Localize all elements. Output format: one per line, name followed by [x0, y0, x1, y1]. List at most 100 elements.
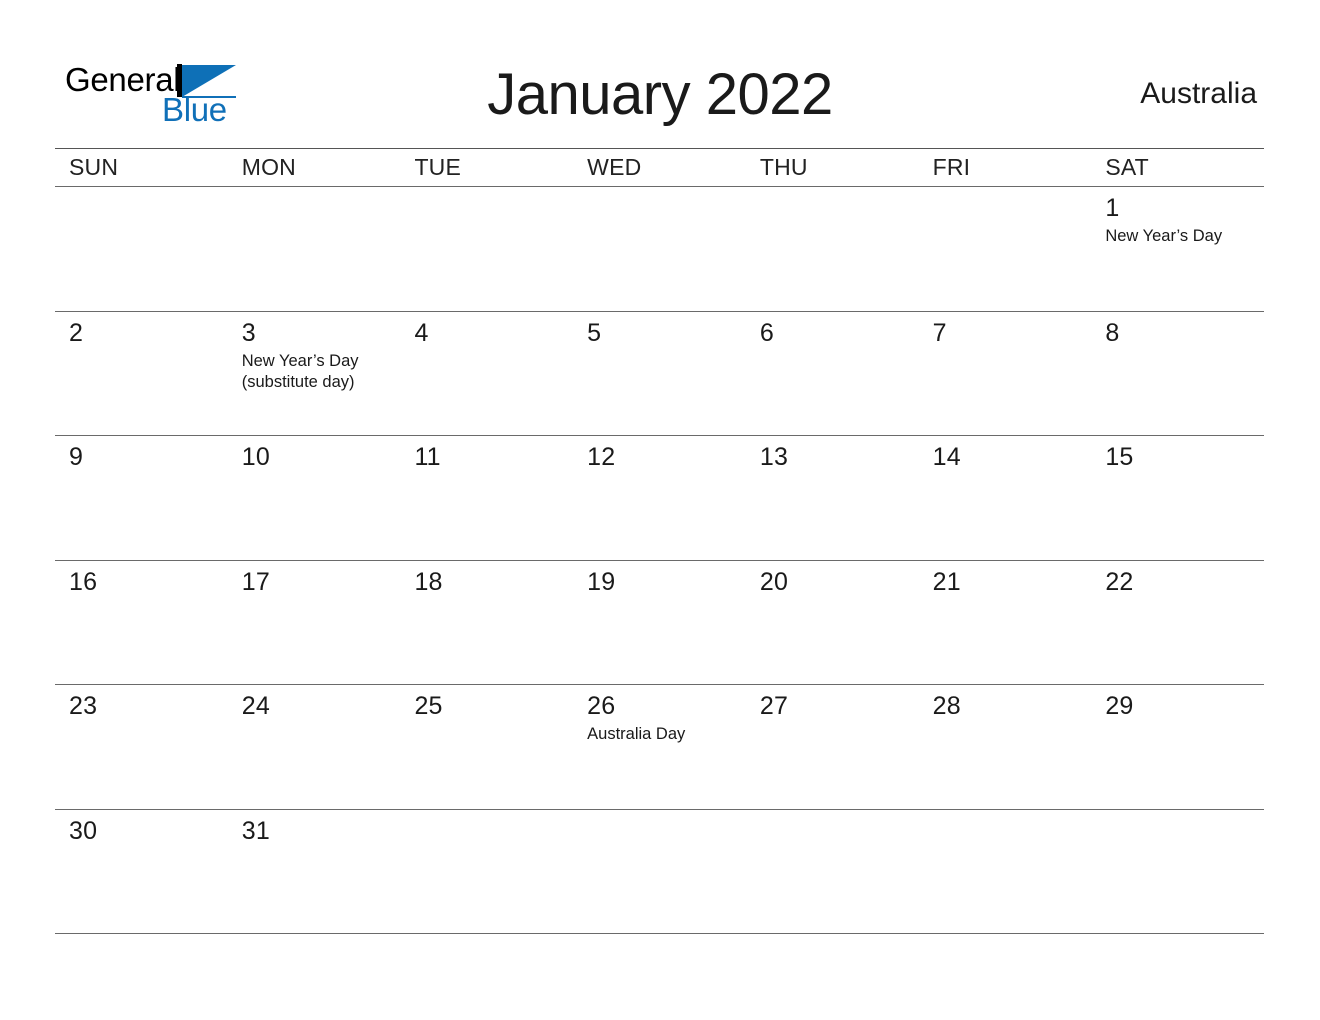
day-number: 26 — [587, 692, 616, 720]
calendar-day-cell[interactable]: 3 New Year’s Day (substitute day) — [228, 312, 401, 436]
day-number — [242, 194, 391, 222]
holiday-label: New Year’s Day — [241, 351, 359, 370]
day-number: 3 — [241, 318, 256, 347]
day-number: 13 — [759, 443, 789, 471]
weekday-fri: FRI — [932, 154, 971, 180]
calendar-day-cell[interactable]: 18 — [400, 561, 573, 685]
day-number: 23 — [69, 692, 98, 720]
calendar-day-cell[interactable]: 6 — [746, 312, 919, 436]
day-number: 10 — [241, 443, 270, 471]
day-number: 9 — [69, 443, 84, 471]
calendar-day-cell-empty — [55, 187, 228, 311]
day-number — [933, 817, 1082, 845]
calendar-day-cell[interactable]: 23 — [55, 685, 228, 809]
calendar-day-cell-empty — [573, 810, 746, 934]
calendar-day-cell[interactable]: 26 Australia Day — [573, 685, 746, 809]
weekday-thu: THU — [759, 154, 808, 180]
calendar-day-cell[interactable]: 14 — [919, 436, 1092, 560]
calendar-day-cell-empty — [919, 187, 1092, 311]
calendar-day-cell-empty — [746, 187, 919, 311]
calendar-day-cell[interactable]: 30 — [55, 810, 228, 934]
day-number: 5 — [587, 318, 602, 347]
day-number: 11 — [414, 443, 441, 471]
calendar-day-cell[interactable]: 5 — [573, 312, 746, 436]
calendar-day-cell[interactable]: 21 — [919, 561, 1092, 685]
day-number: 30 — [69, 816, 98, 845]
calendar-day-cell[interactable]: 29 — [1091, 685, 1264, 809]
day-number — [587, 817, 736, 845]
day-number: 15 — [1105, 443, 1134, 471]
day-number: 19 — [587, 567, 616, 596]
calendar-day-cell[interactable]: 13 — [746, 436, 919, 560]
calendar-day-cell[interactable]: 1 New Year’s Day — [1091, 187, 1264, 311]
calendar-day-cell[interactable]: 8 — [1091, 312, 1264, 436]
calendar-day-cell[interactable]: 25 — [400, 685, 573, 809]
calendar-week-row: 1 New Year’s Day — [55, 187, 1264, 311]
day-number: 20 — [759, 567, 789, 596]
calendar-day-cell-empty — [1091, 810, 1264, 934]
day-number — [760, 194, 909, 222]
day-number — [1105, 817, 1254, 845]
calendar-day-cell[interactable]: 4 — [400, 312, 573, 436]
day-number — [760, 817, 909, 845]
calendar-page: General Blue January 2022 Australia SUN … — [0, 0, 1320, 1020]
calendar-day-cell-empty — [746, 810, 919, 934]
calendar-day-cell[interactable]: 17 — [228, 561, 401, 685]
calendar-day-cell-empty — [400, 810, 573, 934]
calendar-week-row: 2 3 New Year’s Day (substitute day) 4 5 6 7 8 — [55, 312, 1264, 436]
calendar-day-cell[interactable]: 7 — [919, 312, 1092, 436]
calendar-week-row: 23 24 25 26 Australia Day 27 28 29 — [55, 685, 1264, 809]
weekday-wed: WED — [587, 154, 642, 180]
day-number: 29 — [1105, 692, 1134, 720]
day-number: 24 — [241, 692, 270, 720]
calendar-day-cell[interactable]: 24 — [228, 685, 401, 809]
calendar-day-cell[interactable]: 31 — [228, 810, 401, 934]
calendar-day-cell-empty — [919, 810, 1092, 934]
day-number: 21 — [932, 567, 961, 596]
day-events: New Year’s Day — [1105, 226, 1254, 247]
weekday-sat: SAT — [1105, 154, 1149, 180]
calendar-day-cell[interactable]: 20 — [746, 561, 919, 685]
weekday-sun: SUN — [69, 154, 119, 180]
calendar-day-cell[interactable]: 15 — [1091, 436, 1264, 560]
day-number: 28 — [932, 692, 961, 720]
page-title: January 2022 — [487, 62, 833, 127]
day-number: 7 — [932, 318, 947, 347]
day-number — [69, 194, 218, 222]
calendar-day-cell[interactable]: 22 — [1091, 561, 1264, 685]
day-number — [414, 817, 563, 845]
calendar-day-cell[interactable]: 12 — [573, 436, 746, 560]
calendar-day-cell[interactable]: 11 — [400, 436, 573, 560]
calendar-bottom-rule — [55, 933, 1264, 934]
day-number: 27 — [759, 692, 789, 720]
holiday-label: (substitute day) — [241, 372, 355, 391]
day-number: 25 — [414, 692, 443, 720]
day-number: 4 — [414, 318, 429, 347]
calendar-week-row: 9 10 11 12 13 14 15 — [55, 436, 1264, 560]
day-number: 18 — [414, 567, 443, 596]
calendar-day-cell[interactable]: 19 — [573, 561, 746, 685]
day-number: 1 — [1105, 194, 1120, 222]
day-events: Australia Day — [587, 724, 736, 745]
weekday-mon: MON — [241, 154, 296, 180]
calendar-day-cell[interactable]: 27 — [746, 685, 919, 809]
calendar-grid: SUN MON TUE WED THU FRI SAT 1 New Year’s … — [55, 148, 1264, 934]
day-number — [414, 194, 563, 222]
calendar-day-cell[interactable]: 9 — [55, 436, 228, 560]
day-number: 6 — [759, 318, 774, 347]
calendar-day-cell-empty — [400, 187, 573, 311]
day-number: 17 — [241, 567, 270, 596]
day-events: New Year’s Day (substitute day) — [242, 351, 391, 393]
calendar-week-row: 30 31 — [55, 810, 1264, 934]
calendar-day-cell[interactable]: 10 — [228, 436, 401, 560]
calendar-day-cell[interactable]: 2 — [55, 312, 228, 436]
day-number: 16 — [69, 567, 98, 596]
calendar-day-cell[interactable]: 28 — [919, 685, 1092, 809]
day-number: 8 — [1105, 318, 1120, 347]
country-label: Australia — [1140, 77, 1257, 110]
day-number — [933, 194, 1082, 222]
day-number: 31 — [241, 816, 270, 845]
calendar-day-cell[interactable]: 16 — [55, 561, 228, 685]
holiday-label: Australia Day — [587, 725, 686, 743]
day-number: 12 — [587, 443, 616, 471]
